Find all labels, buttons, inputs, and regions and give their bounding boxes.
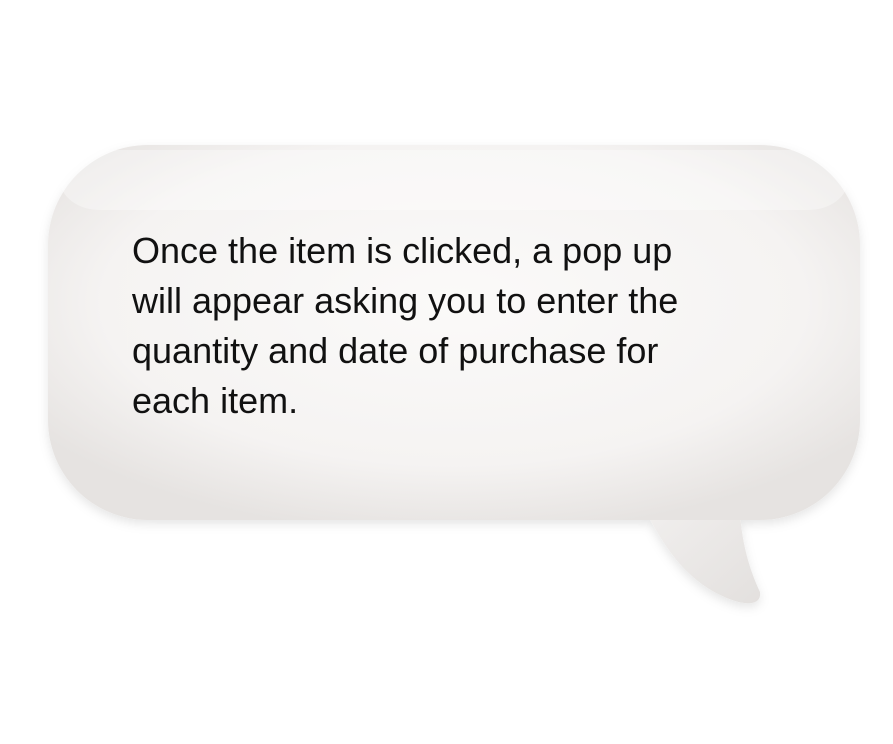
canvas: Once the item is clicked, a pop up will … xyxy=(0,0,893,744)
message-line: quantity and date of purchase for xyxy=(132,330,659,371)
message-line: each item. xyxy=(132,380,299,421)
message-line: will appear asking you to enter the xyxy=(132,280,679,321)
message-line: Once the item is clicked, a pop up xyxy=(132,230,673,271)
bubble-message: Once the item is clicked, a pop up will … xyxy=(132,226,792,426)
